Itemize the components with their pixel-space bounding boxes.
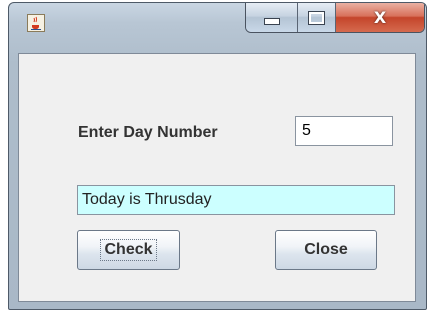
day-number-label: Enter Day Number — [78, 124, 218, 141]
java-app-icon[interactable] — [27, 14, 45, 32]
maximize-button[interactable] — [298, 3, 336, 32]
close-button-label: Close — [304, 241, 348, 258]
title-bar[interactable]: X — [9, 3, 426, 53]
close-icon: X — [373, 8, 387, 27]
minimize-button[interactable] — [246, 3, 298, 32]
minimize-icon — [263, 18, 280, 25]
java-cup-icon — [31, 16, 41, 30]
day-number-input[interactable] — [295, 116, 393, 146]
check-button-label: Check — [100, 239, 157, 261]
result-field: Today is Thrusday — [77, 185, 395, 215]
maximize-icon — [308, 10, 325, 25]
window-close-button[interactable]: X — [336, 3, 424, 32]
caption-buttons: X — [245, 3, 425, 33]
check-button[interactable]: Check — [77, 230, 180, 270]
content-panel: Enter Day Number Today is Thrusday Check… — [18, 53, 416, 302]
app-window: X Enter Day Number Today is Thrusday Che… — [8, 2, 427, 310]
close-button[interactable]: Close — [275, 230, 377, 270]
